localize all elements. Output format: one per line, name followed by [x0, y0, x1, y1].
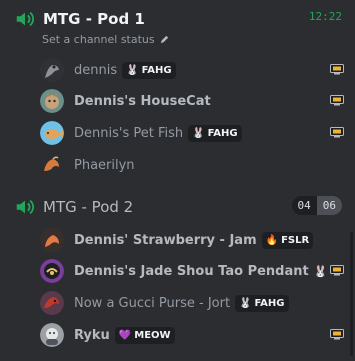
voice-member[interactable]: dennis 🐰 FAHG [40, 55, 348, 85]
server-tag: 🔥 FSLR [261, 231, 314, 249]
voice-member[interactable]: Now a Gucci Purse - Jort 🐰 FAHG [40, 288, 348, 318]
avatar [40, 153, 64, 177]
scrollbar[interactable] [350, 232, 353, 356]
avatar [40, 259, 64, 283]
voice-channel-mtg-pod-1[interactable]: MTG - Pod 1 12:22 [14, 8, 342, 30]
voice-member[interactable]: Ryku 💜 MEOW [40, 320, 348, 350]
server-tag: 🐰 FAHG [235, 294, 289, 312]
user-limit: 06 [316, 196, 342, 215]
streaming-icon [330, 95, 344, 106]
avatar [40, 58, 64, 82]
member-name: Ryku [74, 327, 110, 343]
server-tag: 🐰 FAHG [122, 61, 176, 79]
avatar [40, 228, 64, 252]
fire-icon: 🔥 [265, 234, 279, 246]
user-limit-counter: 04 06 [291, 196, 342, 215]
call-timer: 12:22 [308, 10, 342, 23]
channel-title: MTG - Pod 2 [43, 198, 134, 216]
voice-member[interactable]: Dennis's Jade Shou Tao Pendant 🐰 [40, 256, 348, 286]
speaker-icon [16, 199, 34, 215]
voice-channel-panel: MTG - Pod 1 12:22 Set a channel status d… [0, 0, 355, 361]
streaming-icon [330, 265, 344, 276]
voice-member[interactable]: Phaerilyn [40, 150, 348, 180]
voice-member[interactable]: Dennis's Pet Fish 🐰 FAHG [40, 118, 348, 148]
bunny-icon: 🐰 [192, 127, 205, 139]
member-name: Dennis's Pet Fish [74, 125, 184, 141]
voice-member[interactable]: Dennis' Strawberry - Jam 🔥 FSLR [40, 225, 348, 255]
member-name: Dennis's Jade Shou Tao Pendant [74, 263, 309, 279]
server-tag: 🐰 FAHG [188, 124, 242, 142]
voice-member[interactable]: Dennis's HouseCat [40, 86, 348, 116]
bunny-icon: 🐰 [239, 297, 252, 309]
streaming-icon [330, 127, 344, 138]
member-name: Dennis's HouseCat [74, 93, 211, 109]
avatar [40, 323, 64, 347]
member-name: Now a Gucci Purse - Jort [74, 295, 231, 311]
streaming-icon [330, 64, 344, 75]
avatar [40, 89, 64, 113]
bunny-icon: 🐰 [126, 64, 139, 76]
member-name: Phaerilyn [74, 157, 135, 173]
bunny-icon: 🐰 [313, 264, 328, 278]
voice-channel-mtg-pod-2[interactable]: MTG - Pod 2 04 06 [14, 196, 342, 218]
heart-icon: 💜 [118, 329, 132, 341]
server-tag: 💜 MEOW [114, 326, 175, 344]
speaker-icon [16, 11, 34, 27]
member-name: Dennis' Strawberry - Jam [74, 232, 257, 248]
set-channel-status[interactable]: Set a channel status [42, 33, 170, 46]
member-name: dennis [74, 62, 118, 78]
channel-status-text: Set a channel status [42, 33, 155, 46]
channel-title: MTG - Pod 1 [43, 10, 145, 28]
streaming-icon [330, 329, 344, 340]
avatar [40, 291, 64, 315]
pencil-icon [160, 35, 168, 44]
avatar [40, 121, 64, 145]
user-count: 04 [291, 196, 317, 215]
